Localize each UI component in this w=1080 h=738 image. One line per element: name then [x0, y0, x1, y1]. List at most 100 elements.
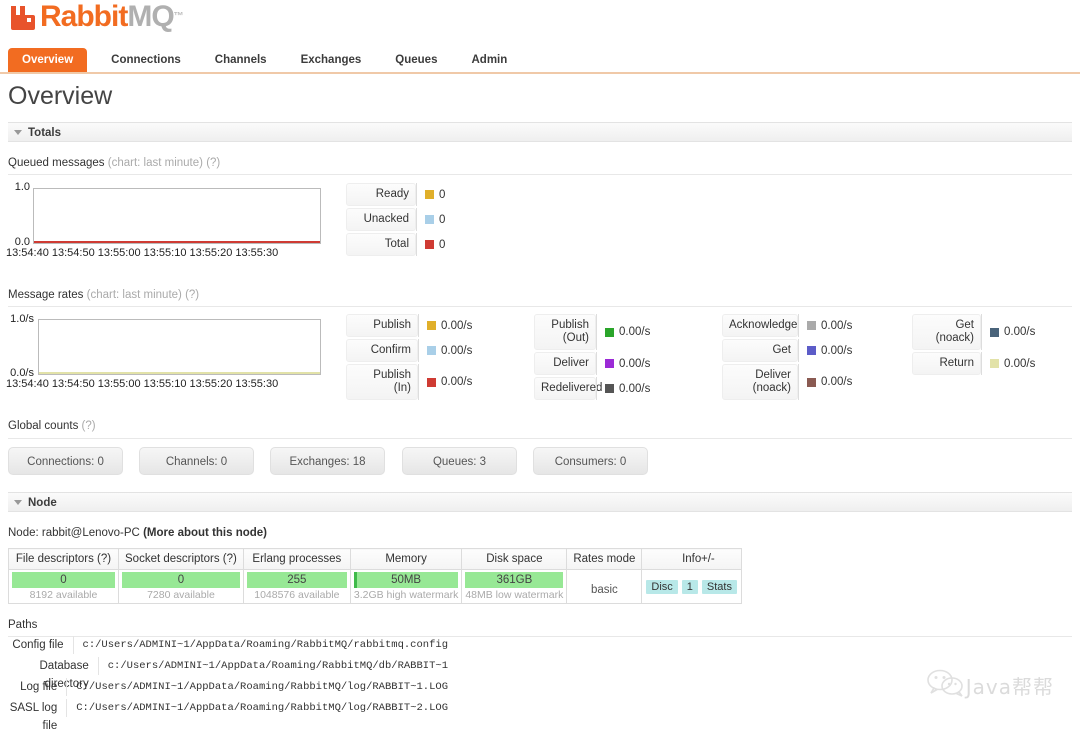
logo-text-mq: MQ — [127, 0, 174, 33]
color-swatch-publish — [427, 321, 436, 330]
cell-disk-space: 361GB 48MB low watermark — [461, 569, 568, 604]
legend-key-publish: Publish — [346, 314, 418, 337]
rates-chart-xaxis-labels: 13:54:40 13:54:50 13:55:00 13:55:10 13:5… — [6, 378, 279, 390]
color-swatch-get-noack — [990, 327, 999, 337]
socket-descriptors-value: 0 — [122, 572, 240, 588]
path-value-database-directory: c:/Users/ADMINI~1/AppData/Roaming/Rabbit… — [97, 657, 448, 675]
global-counts-title: Global counts — [8, 420, 79, 432]
node-name: rabbit@Lenovo-PC — [41, 527, 140, 539]
legend-key-ready: Ready — [346, 183, 416, 206]
more-about-node-link[interactable]: (More about this node) — [143, 527, 267, 539]
cell-memory: 50MB 3.2GB high watermark — [349, 569, 463, 604]
disk-space-value: 361GB — [465, 572, 564, 588]
collapse-caret-icon — [14, 500, 22, 506]
column-header-file-descriptors: File descriptors (?) — [8, 548, 119, 570]
watermark-text: Java帮帮 — [965, 675, 1054, 699]
legend-key-publish-out: Publish (Out) — [534, 314, 596, 350]
queued-messages-label: Queued messages (chart: last minute) (?) — [8, 157, 220, 169]
legend-key-confirm: Confirm — [346, 339, 418, 362]
tab-connections[interactable]: Connections — [97, 48, 195, 72]
legend-row: Unacked 0 — [346, 208, 445, 231]
global-counts-help-link[interactable]: (?) — [82, 420, 96, 432]
rates-chart-plot-area — [38, 319, 321, 375]
message-rates-label: Message rates (chart: last minute) (?) — [8, 289, 199, 301]
legend-row: Confirm 0.00/s — [346, 339, 472, 362]
legend-key-redelivered: Redelivered — [534, 377, 602, 400]
badge-stats[interactable]: Stats — [701, 580, 737, 594]
legend-row: Publish (In) 0.00/s — [346, 364, 472, 400]
color-swatch-deliver-noack — [807, 377, 816, 387]
message-rates-help-link[interactable]: (?) — [185, 289, 199, 301]
section-header-totals[interactable]: Totals — [8, 122, 1072, 142]
section-title-totals: Totals — [28, 127, 62, 139]
global-count-consumers[interactable]: Consumers: 0 — [533, 447, 648, 475]
logo-trademark: ™ — [173, 11, 184, 22]
path-value-config-file: c:/Users/ADMINI~1/AppData/Roaming/Rabbit… — [72, 636, 448, 654]
queued-chart-series-total-line — [34, 241, 320, 243]
color-swatch-unacked — [425, 215, 434, 224]
column-header-rates-mode: Rates mode — [566, 548, 643, 570]
global-count-connections[interactable]: Connections: 0 — [8, 447, 123, 475]
node-prefix-label: Node: — [8, 527, 39, 539]
legend-key-deliver: Deliver — [534, 352, 596, 375]
global-count-channels[interactable]: Channels: 0 — [139, 447, 254, 475]
column-header-info: Info — [641, 548, 742, 570]
color-swatch-total — [425, 240, 434, 249]
queued-messages-legend: Ready 0 Unacked 0 Total 0 — [346, 183, 445, 258]
legend-row: Deliver (noack) 0.00/s — [722, 364, 852, 400]
color-swatch-deliver — [605, 359, 614, 368]
path-value-sasl-log-file: C:/Users/ADMINI~1/AppData/Roaming/Rabbit… — [66, 699, 448, 717]
badge-disc[interactable]: Disc — [646, 580, 678, 594]
queued-chart-plot-area — [33, 188, 321, 244]
path-label-log-file: Log file — [20, 681, 58, 693]
column-toggle-plus-minus[interactable]: +/- — [701, 553, 715, 565]
column-header-socket-descriptors: Socket descriptors (?) — [118, 548, 244, 570]
column-header-erlang-processes: Erlang processes — [242, 548, 351, 570]
cell-file-descriptors: 0 8192 available — [8, 569, 119, 604]
badge-count[interactable]: 1 — [681, 580, 698, 594]
message-rates-legend-column-4: Get (noack) 0.00/s Return 0.00/s — [912, 314, 1035, 377]
message-rates-legend-column-2: Publish (Out) 0.00/s Deliver 0.00/s Rede… — [534, 314, 650, 402]
legend-value-publish: 0.00/s — [419, 320, 472, 332]
tab-admin[interactable]: Admin — [457, 48, 521, 72]
global-count-exchanges[interactable]: Exchanges: 18 — [270, 447, 385, 475]
socket-descriptors-note: 7280 available — [147, 589, 215, 601]
legend-value-return: 0.00/s — [982, 358, 1035, 370]
legend-value-total: 0 — [417, 239, 445, 251]
file-descriptors-note: 8192 available — [29, 589, 98, 601]
rabbitmq-management-overview-page: RabbitMQ™ Overview Connections Channels … — [0, 0, 1080, 738]
divider-message-rates — [8, 306, 1072, 307]
erlang-processes-note: 1048576 available — [254, 589, 340, 601]
legend-key-return: Return — [912, 352, 981, 375]
column-header-memory: Memory — [349, 548, 463, 570]
rabbitmq-logo[interactable]: RabbitMQ™ — [8, 0, 184, 33]
memory-note: 3.2GB high watermark — [353, 589, 459, 601]
global-counts-label: Global counts (?) — [8, 420, 96, 432]
legend-number-deliver-noack: 0.00/s — [821, 376, 853, 388]
queued-messages-help-link[interactable]: (?) — [206, 157, 220, 169]
section-header-node[interactable]: Node — [8, 492, 1072, 512]
legend-row: Get (noack) 0.00/s — [912, 314, 1035, 350]
legend-number-redelivered: 0.00/s — [619, 382, 651, 395]
legend-number-return: 0.00/s — [1004, 357, 1036, 370]
tab-queues[interactable]: Queues — [381, 48, 451, 72]
legend-value-unacked: 0 — [417, 214, 445, 226]
legend-number-total: 0 — [439, 238, 446, 251]
legend-key-publish-in: Publish (In) — [346, 364, 418, 400]
color-swatch-ready — [425, 190, 434, 199]
legend-value-redelivered: 0.00/s — [597, 383, 650, 395]
cell-rates-mode: basic — [566, 569, 643, 604]
message-rates-chart-note: (chart: last minute) — [86, 289, 182, 301]
disk-space-note: 48MB low watermark — [465, 589, 564, 601]
legend-number-get: 0.00/s — [821, 344, 853, 357]
divider-queued-messages — [8, 174, 1072, 175]
node-stats-table: File descriptors (?) Socket descriptors … — [8, 548, 742, 604]
legend-row: Total 0 — [346, 233, 445, 256]
column-header-disk-space: Disk space — [461, 548, 568, 570]
tab-exchanges[interactable]: Exchanges — [287, 48, 376, 72]
tab-overview[interactable]: Overview — [8, 48, 88, 72]
global-count-queues[interactable]: Queues: 3 — [402, 447, 517, 475]
tab-channels[interactable]: Channels — [201, 48, 281, 72]
color-swatch-acknowledge — [807, 321, 816, 330]
section-title-node: Node — [28, 497, 57, 509]
